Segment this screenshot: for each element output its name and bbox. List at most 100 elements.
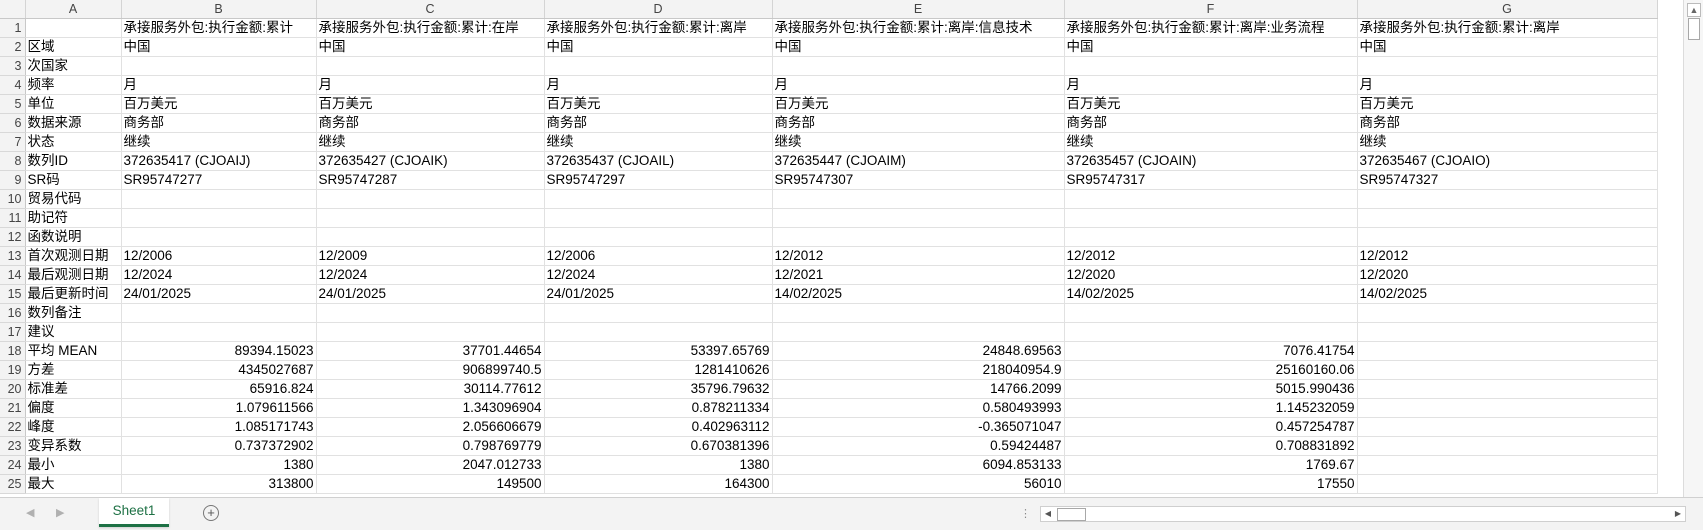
cell-d4[interactable]: 月: [544, 75, 773, 95]
cell-c7[interactable]: 继续: [316, 132, 545, 152]
cell-a6[interactable]: 数据来源: [25, 113, 122, 133]
cell-g18[interactable]: [1357, 341, 1658, 361]
cell-e10[interactable]: [772, 189, 1065, 209]
row-header[interactable]: 9: [0, 170, 26, 190]
cell-b10[interactable]: [121, 189, 317, 209]
cell-d7[interactable]: 继续: [544, 132, 773, 152]
cell-c19[interactable]: 906899740.5: [316, 360, 545, 380]
cell-e11[interactable]: [772, 208, 1065, 228]
cell-f23[interactable]: 0.708831892: [1064, 436, 1358, 456]
cell-f21[interactable]: 1.145232059: [1064, 398, 1358, 418]
cell-e22[interactable]: -0.365071047: [772, 417, 1065, 437]
row-header[interactable]: 12: [0, 227, 26, 247]
row-header[interactable]: 24: [0, 455, 26, 475]
cell-d9[interactable]: SR95747297: [544, 170, 773, 190]
cell-b18[interactable]: 89394.15023: [121, 341, 317, 361]
cell-a9[interactable]: SR码: [25, 170, 122, 190]
cell-d16[interactable]: [544, 303, 773, 323]
cell-b22[interactable]: 1.085171743: [121, 417, 317, 437]
row-header[interactable]: 5: [0, 94, 26, 114]
cell-e16[interactable]: [772, 303, 1065, 323]
cell-a21[interactable]: 偏度: [25, 398, 122, 418]
cell-g8[interactable]: 372635467 (CJOAIO): [1357, 151, 1658, 171]
cell-g22[interactable]: [1357, 417, 1658, 437]
row-header[interactable]: 13: [0, 246, 26, 266]
cell-f15[interactable]: 14/02/2025: [1064, 284, 1358, 304]
cell-b7[interactable]: 继续: [121, 132, 317, 152]
cell-d18[interactable]: 53397.65769: [544, 341, 773, 361]
prev-sheet-icon[interactable]: ◀: [26, 506, 34, 519]
cell-b9[interactable]: SR95747277: [121, 170, 317, 190]
column-header-e[interactable]: E: [772, 0, 1065, 19]
cell-a1[interactable]: [25, 18, 122, 38]
cell-b12[interactable]: [121, 227, 317, 247]
cell-c18[interactable]: 37701.44654: [316, 341, 545, 361]
row-header[interactable]: 25: [0, 474, 26, 494]
cell-c13[interactable]: 12/2009: [316, 246, 545, 266]
cell-b23[interactable]: 0.737372902: [121, 436, 317, 456]
column-header-c[interactable]: C: [316, 0, 545, 19]
cell-c8[interactable]: 372635427 (CJOAIK): [316, 151, 545, 171]
row-header[interactable]: 23: [0, 436, 26, 456]
cell-d21[interactable]: 0.878211334: [544, 398, 773, 418]
cell-a10[interactable]: 贸易代码: [25, 189, 122, 209]
cell-f20[interactable]: 5015.990436: [1064, 379, 1358, 399]
cell-b13[interactable]: 12/2006: [121, 246, 317, 266]
cell-c24[interactable]: 2047.012733: [316, 455, 545, 475]
cell-d1[interactable]: 承接服务外包:执行金额:累计:离岸: [544, 18, 773, 38]
cell-e14[interactable]: 12/2021: [772, 265, 1065, 285]
cell-a3[interactable]: 次国家: [25, 56, 122, 76]
cell-f9[interactable]: SR95747317: [1064, 170, 1358, 190]
cell-b14[interactable]: 12/2024: [121, 265, 317, 285]
cell-g17[interactable]: [1357, 322, 1658, 342]
cell-c6[interactable]: 商务部: [316, 113, 545, 133]
cell-f25[interactable]: 17550: [1064, 474, 1358, 494]
cell-a13[interactable]: 首次观测日期: [25, 246, 122, 266]
cell-g13[interactable]: 12/2012: [1357, 246, 1658, 266]
cell-g4[interactable]: 月: [1357, 75, 1658, 95]
scroll-left-icon[interactable]: ◀: [1041, 507, 1055, 521]
cell-g3[interactable]: [1357, 56, 1658, 76]
cell-g6[interactable]: 商务部: [1357, 113, 1658, 133]
cell-d22[interactable]: 0.402963112: [544, 417, 773, 437]
cell-f11[interactable]: [1064, 208, 1358, 228]
cell-d12[interactable]: [544, 227, 773, 247]
row-header[interactable]: 2: [0, 37, 26, 57]
column-header-g[interactable]: G: [1357, 0, 1658, 19]
cell-f22[interactable]: 0.457254787: [1064, 417, 1358, 437]
cell-e3[interactable]: [772, 56, 1065, 76]
cell-g12[interactable]: [1357, 227, 1658, 247]
cell-b5[interactable]: 百万美元: [121, 94, 317, 114]
cell-g23[interactable]: [1357, 436, 1658, 456]
cell-g7[interactable]: 继续: [1357, 132, 1658, 152]
cell-c4[interactable]: 月: [316, 75, 545, 95]
cell-a11[interactable]: 助记符: [25, 208, 122, 228]
cell-f10[interactable]: [1064, 189, 1358, 209]
cell-g2[interactable]: 中国: [1357, 37, 1658, 57]
cell-a7[interactable]: 状态: [25, 132, 122, 152]
cell-f2[interactable]: 中国: [1064, 37, 1358, 57]
select-all-corner[interactable]: [0, 0, 26, 19]
spreadsheet-grid[interactable]: A B C D E F G 1 承接服务外包:执行金额:累计 承接服务外包:执行金额:累计:在岸承…: [0, 0, 1684, 497]
cell-c11[interactable]: [316, 208, 545, 228]
cell-a2[interactable]: 区域: [25, 37, 122, 57]
add-sheet-icon[interactable]: +: [203, 505, 219, 521]
cell-table[interactable]: A B C D E F G 1 承接服务外包:执行金额:累计 承接服务外包:执行金额:累计:在岸承…: [0, 0, 1658, 494]
cell-c23[interactable]: 0.798769779: [316, 436, 545, 456]
cell-b8[interactable]: 372635417 (CJOAIJ): [121, 151, 317, 171]
cell-e2[interactable]: 中国: [772, 37, 1065, 57]
cell-g11[interactable]: [1357, 208, 1658, 228]
row-header[interactable]: 19: [0, 360, 26, 380]
scroll-up-icon[interactable]: ▲: [1687, 3, 1701, 17]
row-header[interactable]: 21: [0, 398, 26, 418]
row-header[interactable]: 20: [0, 379, 26, 399]
cell-e25[interactable]: 56010: [772, 474, 1065, 494]
cell-d14[interactable]: 12/2024: [544, 265, 773, 285]
cell-a12[interactable]: 函数说明: [25, 227, 122, 247]
scroll-right-icon[interactable]: ▶: [1671, 507, 1685, 521]
cell-g1[interactable]: 承接服务外包:执行金额:累计:离岸: [1357, 18, 1658, 38]
cell-b1[interactable]: 承接服务外包:执行金额:累计: [121, 18, 317, 38]
cell-e1[interactable]: 承接服务外包:执行金额:累计:离岸:信息技术: [772, 18, 1065, 38]
cell-e6[interactable]: 商务部: [772, 113, 1065, 133]
cell-a4[interactable]: 频率: [25, 75, 122, 95]
